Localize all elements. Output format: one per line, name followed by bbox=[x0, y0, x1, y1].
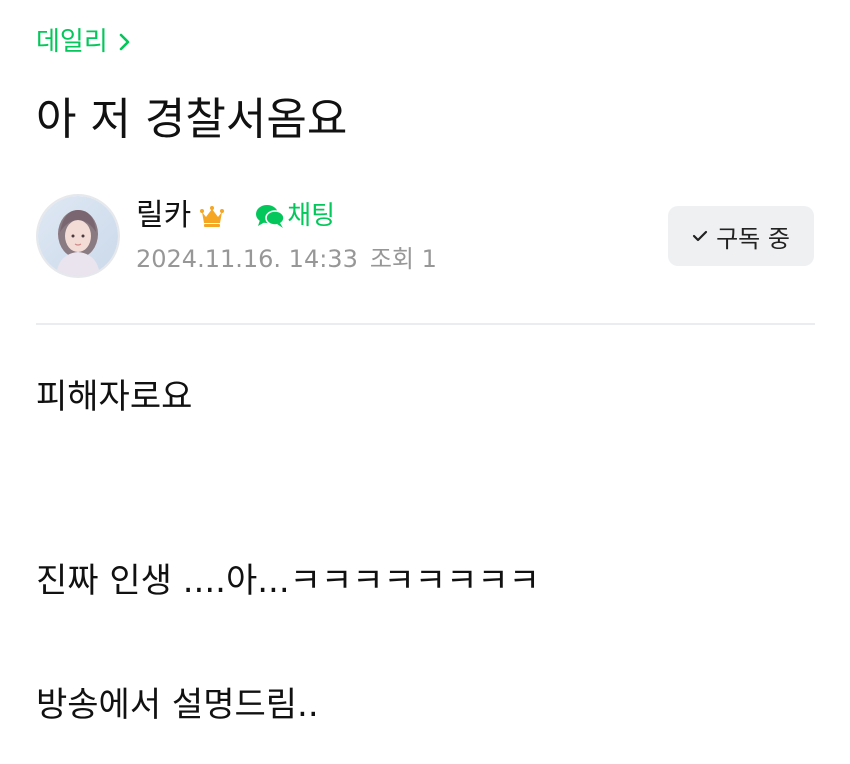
chat-label: 채팅 bbox=[287, 201, 336, 231]
body-paragraph-2: 진짜 인생 ....아...ㅋㅋㅋㅋㅋㅋㅋㅋ bbox=[36, 561, 540, 601]
check-icon bbox=[692, 230, 708, 242]
avatar-image bbox=[38, 196, 118, 276]
divider bbox=[36, 323, 815, 325]
author-name[interactable]: 릴카 bbox=[136, 196, 191, 236]
subscribe-label: 구독 중 bbox=[716, 224, 790, 253]
crown-icon bbox=[200, 206, 225, 227]
avatar[interactable] bbox=[36, 194, 120, 278]
body-paragraph-1: 피해자로요 bbox=[36, 377, 193, 417]
post-meta: 2024.11.16. 14:33 조회 1 bbox=[136, 242, 437, 276]
category-label: 데일리 bbox=[36, 27, 108, 57]
chevron-right-icon bbox=[119, 33, 130, 51]
chat-link[interactable]: 채팅 bbox=[255, 198, 335, 234]
category-link[interactable]: 데일리 bbox=[36, 24, 132, 60]
chat-bubbles-icon bbox=[256, 205, 286, 228]
post-title: 아 저 경찰서옴요 bbox=[36, 94, 348, 145]
body-paragraph-3: 방송에서 설명드림.. bbox=[36, 685, 319, 725]
subscribe-button[interactable]: 구독 중 bbox=[668, 206, 814, 266]
view-count: 조회 1 bbox=[369, 245, 437, 273]
post-page: 데일리 아 저 경찰서옴요 릴카 채팅 2024.11.16. 14:33 조회… bbox=[0, 0, 850, 764]
post-date: 2024.11.16. 14:33 bbox=[136, 245, 358, 273]
author-row: 릴카 채팅 bbox=[136, 196, 335, 236]
